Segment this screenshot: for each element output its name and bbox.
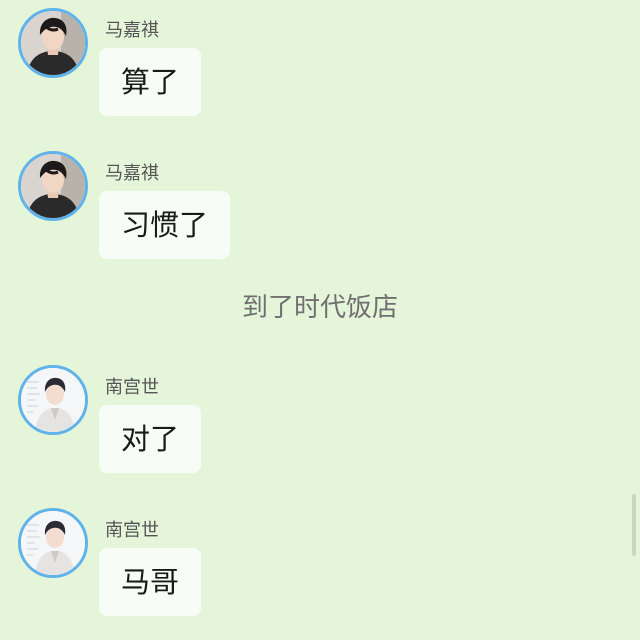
message-row: 马嘉祺 算了 bbox=[18, 8, 618, 118]
avatar[interactable] bbox=[18, 365, 88, 435]
sender-name: 南宫世 bbox=[105, 377, 159, 398]
message-bubble[interactable]: 马哥 bbox=[99, 548, 202, 616]
sender-name: 马嘉祺 bbox=[105, 163, 159, 184]
system-message: 到了时代饭店 bbox=[241, 293, 398, 323]
sender-name: 马嘉祺 bbox=[105, 20, 159, 41]
avatar-dark-photo-icon bbox=[21, 154, 85, 218]
avatar-light-photo-icon bbox=[21, 511, 85, 575]
avatar[interactable] bbox=[18, 151, 88, 221]
message-row: 南宫世 对了 bbox=[18, 365, 618, 475]
message-bubble[interactable]: 习惯了 bbox=[99, 191, 231, 259]
message-bubble[interactable]: 算了 bbox=[99, 48, 202, 116]
sender-name: 南宫世 bbox=[105, 520, 159, 541]
scrollbar[interactable] bbox=[632, 494, 636, 556]
message-bubble[interactable]: 对了 bbox=[99, 405, 202, 473]
avatar-dark-photo-icon bbox=[21, 11, 85, 75]
chat-area: 马嘉祺 算了 马嘉祺 习惯了 到了时代饭店 南宫世 对了 南宫世 马哥 bbox=[0, 0, 640, 640]
message-row: 马嘉祺 习惯了 bbox=[18, 151, 618, 261]
avatar[interactable] bbox=[18, 508, 88, 578]
avatar-light-photo-icon bbox=[21, 368, 85, 432]
message-row: 南宫世 马哥 bbox=[18, 508, 618, 618]
avatar[interactable] bbox=[18, 8, 88, 78]
